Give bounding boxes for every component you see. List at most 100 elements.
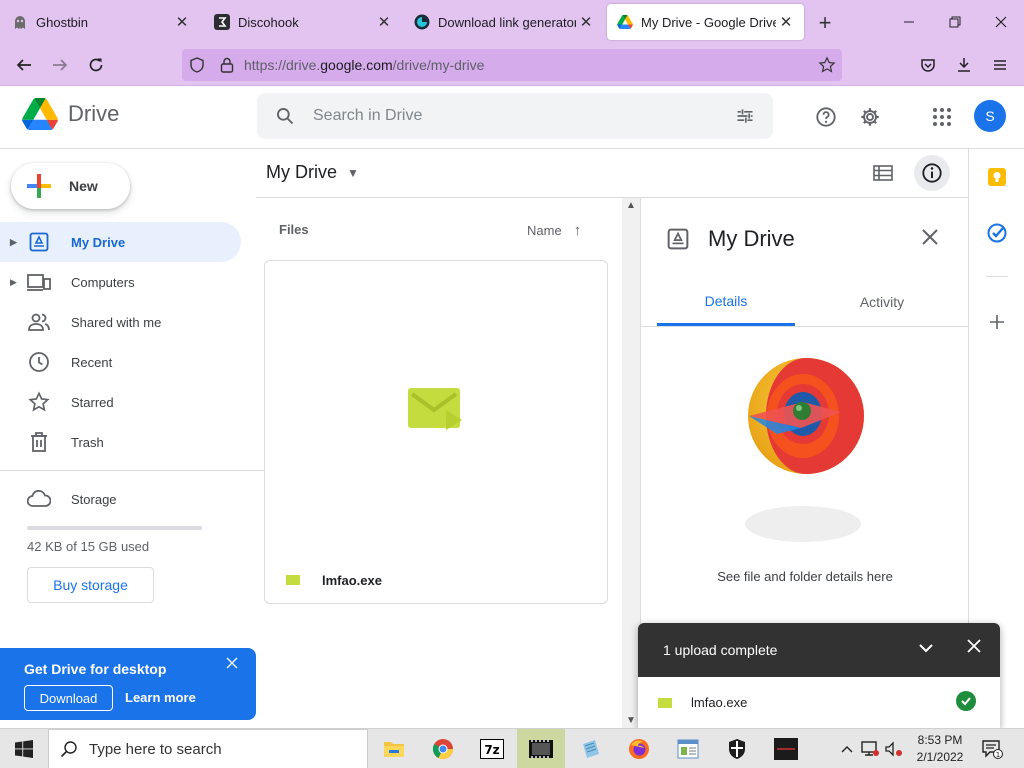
add-addon-icon[interactable] (985, 310, 1009, 334)
firefox-icon[interactable] (615, 729, 663, 768)
chrome-icon[interactable] (419, 729, 467, 768)
sidebar-item-computers[interactable]: ▶ Computers (0, 262, 241, 302)
back-button[interactable] (10, 51, 38, 79)
promo-close-icon[interactable] (226, 656, 238, 672)
avatar[interactable]: S (974, 100, 1006, 132)
details-close-icon[interactable] (921, 226, 939, 252)
dropdown-arrow-icon: ▼ (347, 165, 359, 180)
taskbar-search-box[interactable]: Type here to search (48, 729, 368, 768)
trash-icon (26, 430, 52, 454)
star-icon (26, 390, 52, 414)
media-app-icon[interactable] (517, 729, 565, 768)
forward-arrow-icon (53, 59, 68, 71)
close-icon[interactable]: ✕ (172, 12, 192, 32)
details-toggle-button[interactable] (914, 155, 950, 191)
address-bar[interactable]: https://drive.google.com/drive/my-drive (182, 49, 842, 81)
buy-storage-button[interactable]: Buy storage (27, 567, 154, 603)
file-card[interactable]: lmfao.exe (264, 260, 608, 604)
browser-nav-bar: https://drive.google.com/drive/my-drive (0, 44, 1024, 86)
restore-button[interactable] (932, 6, 978, 38)
pocket-button[interactable] (914, 51, 942, 79)
close-icon[interactable] (966, 638, 982, 659)
my-drive-icon (26, 230, 52, 254)
notepad-icon[interactable] (566, 729, 614, 768)
search-box[interactable] (257, 93, 773, 139)
settings-button[interactable] (853, 100, 887, 134)
details-tabs: Details Activity (641, 278, 969, 327)
url-text[interactable]: https://drive.google.com/drive/my-drive (244, 57, 812, 73)
chevron-up-icon[interactable] (838, 729, 856, 768)
sidebar-item-label: Shared with me (71, 314, 162, 330)
bookmark-star-icon[interactable] (812, 56, 842, 74)
forward-button[interactable] (46, 51, 74, 79)
minimize-button[interactable] (886, 6, 932, 38)
tasks-icon[interactable] (985, 221, 1009, 245)
sort-arrow-icon[interactable]: ↑ (574, 222, 582, 239)
files-section-header: Files (279, 222, 309, 237)
tab-ghostbin[interactable]: Ghostbin ✕ (2, 4, 200, 40)
tab-activity[interactable]: Activity (813, 278, 951, 326)
empty-details-illustration (745, 358, 864, 542)
exe-file-icon (408, 388, 462, 430)
sidebar-item-starred[interactable]: Starred (0, 382, 241, 422)
back-arrow-icon (16, 59, 31, 71)
reload-button[interactable] (82, 51, 110, 79)
sort-by-name-button[interactable]: Name ↑ (527, 222, 581, 239)
sidebar-item-recent[interactable]: Recent (0, 342, 241, 382)
security-shield-icon[interactable] (713, 729, 761, 768)
new-button[interactable]: New (11, 163, 130, 209)
shield-icon[interactable] (182, 50, 212, 80)
terminal-app-icon[interactable] (762, 729, 810, 768)
start-button[interactable] (0, 729, 48, 768)
close-icon[interactable]: ✕ (374, 12, 394, 32)
sidebar-item-my-drive[interactable]: ▶ My Drive (0, 222, 241, 262)
close-icon[interactable]: ✕ (576, 12, 596, 32)
taskbar-clock[interactable]: 8:53 PM 2/1/2022 (908, 732, 972, 766)
tab-details[interactable]: Details (657, 278, 795, 326)
notification-count: 1 (996, 751, 1000, 759)
promo-learn-more-link[interactable]: Learn more (125, 690, 196, 705)
sidebar-item-label: Trash (71, 434, 104, 450)
lock-icon[interactable] (212, 50, 242, 80)
scroll-up-icon[interactable]: ▲ (626, 200, 636, 211)
apps-button[interactable] (925, 100, 959, 134)
network-icon[interactable] (860, 729, 880, 768)
list-view-button[interactable] (867, 157, 899, 189)
expand-caret-icon[interactable]: ▶ (10, 237, 22, 248)
clock-time: 8:53 PM (917, 733, 963, 747)
7zip-icon[interactable]: 7z (468, 729, 516, 768)
sidebar-item-trash[interactable]: Trash (0, 422, 241, 462)
sidebar-item-shared-with-me[interactable]: Shared with me (0, 302, 241, 342)
breadcrumb[interactable]: My Drive ▼ (266, 162, 359, 183)
window-close-button[interactable] (978, 6, 1024, 38)
scroll-down-icon[interactable]: ▼ (626, 715, 636, 726)
notification-center-icon[interactable]: 1 (980, 729, 1004, 768)
sidebar-item-label: Recent (71, 354, 113, 370)
google-drive-icon (617, 14, 633, 30)
registry-icon[interactable] (664, 729, 712, 768)
new-tab-button[interactable]: + (812, 10, 838, 36)
file-explorer-icon[interactable] (370, 729, 418, 768)
sidebar-item-label: Computers (71, 274, 135, 290)
sidebar-item-storage[interactable]: Storage (0, 479, 241, 519)
tab-my-drive[interactable]: My Drive - Google Drive ✕ (607, 4, 804, 40)
search-options-icon[interactable] (717, 106, 773, 126)
expand-caret-icon[interactable]: ▶ (10, 277, 22, 288)
search-input[interactable] (313, 107, 717, 125)
help-button[interactable] (809, 100, 843, 134)
keep-icon[interactable] (985, 165, 1009, 189)
tab-download-link-generator[interactable]: Download link generator ✕ (404, 4, 604, 40)
search-icon[interactable] (257, 106, 313, 126)
file-name-row[interactable]: lmfao.exe (265, 557, 607, 603)
drive-logo[interactable]: Drive (22, 98, 119, 130)
downloads-button[interactable] (950, 51, 978, 79)
close-icon[interactable]: ✕ (776, 12, 796, 32)
menu-button[interactable] (986, 51, 1014, 79)
promo-download-button[interactable]: Download (24, 685, 113, 711)
tab-discohook[interactable]: Discohook ✕ (204, 4, 402, 40)
sidebar-item-label: Starred (71, 394, 114, 410)
chevron-down-icon[interactable] (918, 640, 934, 659)
volume-muted-icon[interactable] (884, 729, 904, 768)
upload-item[interactable]: lmfao.exe (638, 677, 1000, 728)
upload-status-panel: 1 upload complete lmfao.exe (638, 623, 1000, 728)
